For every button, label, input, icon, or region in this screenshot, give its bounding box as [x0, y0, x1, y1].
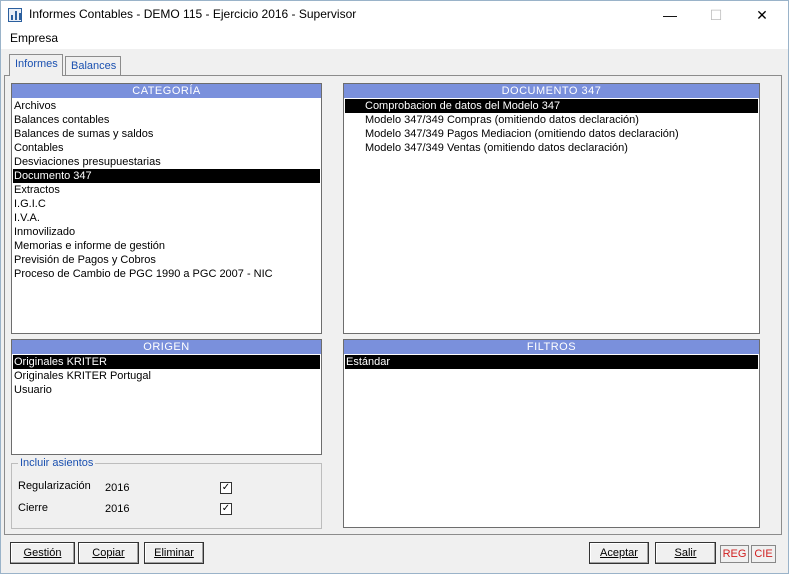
categoria-list-item[interactable]: Balances de sumas y saldos	[13, 127, 320, 141]
aceptar-button[interactable]: Aceptar	[589, 542, 649, 564]
categoria-list-item[interactable]: Archivos	[13, 99, 320, 113]
categoria-list-item[interactable]: Memorias e informe de gestión	[13, 239, 320, 253]
menu-empresa[interactable]: Empresa	[10, 31, 58, 45]
salir-button[interactable]: Salir	[655, 542, 716, 564]
copiar-button[interactable]: Copiar	[78, 542, 139, 564]
origen-list-item[interactable]: Originales KRITER Portugal	[13, 369, 320, 383]
maximize-button[interactable]: ☐	[693, 1, 739, 29]
documento-items: Comprobacion de datos del Modelo 347 Mode…	[345, 99, 758, 155]
minimize-button[interactable]: —	[647, 1, 693, 29]
origen-listbox[interactable]: ORIGEN Originales KRITER Originales KRITE…	[11, 339, 322, 455]
documento-listbox[interactable]: DOCUMENTO 347 Comprobacion de datos del …	[343, 83, 760, 334]
reg-indicator: REG	[720, 545, 749, 563]
title-bar[interactable]: Informes Contables - DEMO 115 - Ejercici…	[1, 1, 788, 29]
categoria-list-item[interactable]: Proceso de Cambio de PGC 1990 a PGC 2007…	[13, 267, 320, 281]
categoria-list-item[interactable]: I.V.A.	[13, 211, 320, 225]
categoria-list-item[interactable]: I.G.I.C	[13, 197, 320, 211]
categoria-listbox[interactable]: CATEGORÍA Archivos Balances contables Bala…	[11, 83, 322, 334]
categoria-list-item[interactable]: Documento 347	[13, 169, 320, 183]
window-title: Informes Contables - DEMO 115 - Ejercici…	[29, 7, 357, 21]
incluir-asientos-legend: Incluir asientos	[18, 457, 96, 469]
origen-list-item[interactable]: Originales KRITER	[13, 355, 320, 369]
regularizacion-label: Regularización	[18, 480, 91, 492]
main-window: Informes Contables - DEMO 115 - Ejercici…	[0, 0, 789, 574]
categoria-list-item[interactable]: Extractos	[13, 183, 320, 197]
regularizacion-year: 2016	[105, 482, 130, 494]
eliminar-button[interactable]: Eliminar	[144, 542, 204, 564]
documento-list-item[interactable]: Modelo 347/349 Pagos Mediacion (omitiend…	[345, 127, 758, 141]
documento-list-item[interactable]: Modelo 347/349 Compras (omitiendo datos …	[345, 113, 758, 127]
filtros-list-item[interactable]: Estándar	[345, 355, 758, 369]
menu-bar: Empresa	[1, 29, 788, 49]
tab-informes[interactable]: Informes	[9, 54, 63, 76]
incluir-asientos-group: Incluir asientos Regularización 2016 ✓ C…	[11, 457, 322, 529]
documento-header: DOCUMENTO 347	[344, 84, 759, 98]
categoria-list-item[interactable]: Desviaciones presupuestarias	[13, 155, 320, 169]
gestion-button[interactable]: Gestión	[10, 542, 75, 564]
documento-list-item[interactable]: Modelo 347/349 Ventas (omitiendo datos d…	[345, 141, 758, 155]
filtros-items: Estándar	[345, 355, 758, 369]
filtros-listbox[interactable]: FILTROS Estándar	[343, 339, 760, 528]
categoria-list-item[interactable]: Previsión de Pagos y Cobros	[13, 253, 320, 267]
categoria-header: CATEGORÍA	[12, 84, 321, 98]
categoria-list-item[interactable]: Balances contables	[13, 113, 320, 127]
close-button[interactable]: ✕	[739, 1, 785, 29]
categoria-list-item[interactable]: Inmovilizado	[13, 225, 320, 239]
categoria-items: Archivos Balances contables Balances de su…	[13, 99, 320, 281]
origen-list-item[interactable]: Usuario	[13, 383, 320, 397]
cierre-checkbox[interactable]: ✓	[220, 503, 232, 515]
app-chart-icon	[8, 8, 22, 22]
origen-header: ORIGEN	[12, 340, 321, 354]
regularizacion-checkbox[interactable]: ✓	[220, 482, 232, 494]
origen-items: Originales KRITER Originales KRITER Portu…	[13, 355, 320, 397]
categoria-list-item[interactable]: Contables	[13, 141, 320, 155]
cie-indicator: CIE	[751, 545, 776, 563]
documento-list-item[interactable]: Comprobacion de datos del Modelo 347	[345, 99, 758, 113]
cierre-label: Cierre	[18, 502, 48, 514]
tab-balances[interactable]: Balances	[65, 56, 121, 77]
cierre-year: 2016	[105, 503, 130, 515]
filtros-header: FILTROS	[344, 340, 759, 354]
